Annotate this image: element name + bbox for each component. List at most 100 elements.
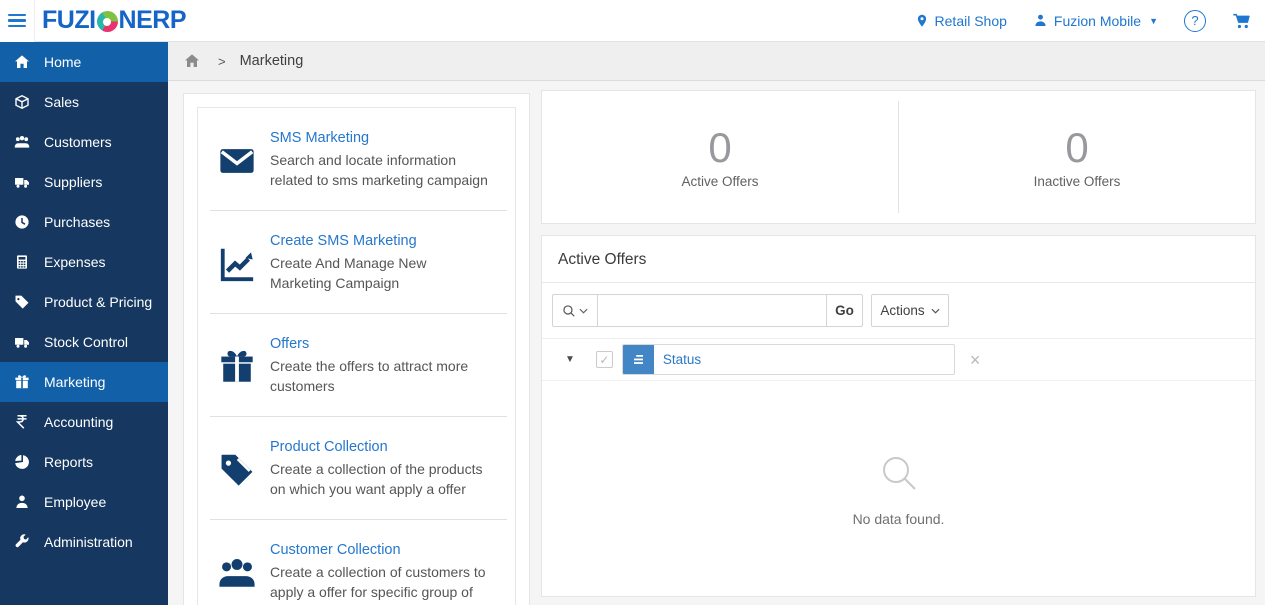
sidebar-item-home[interactable]: Home (0, 42, 168, 82)
sidebar-item-label: Employee (44, 494, 107, 510)
breadcrumb-home-icon[interactable] (184, 53, 200, 69)
user-label: Fuzion Mobile (1053, 12, 1142, 29)
rupee-icon (0, 414, 44, 430)
tag-icon (0, 294, 44, 310)
tag-icon (204, 437, 270, 499)
sidebar-item-customers[interactable]: Customers (0, 122, 168, 162)
inactive-offers-stat: 0 Inactive Offers (899, 91, 1255, 223)
logo-o-icon (96, 11, 118, 32)
sidebar-item-label: Sales (44, 94, 80, 110)
logo-text-suffix: NERP (118, 6, 187, 34)
filter-type-icon (622, 345, 654, 374)
menu-item-title[interactable]: Customer Collection (270, 540, 401, 560)
report-toolbar: Go Actions (542, 283, 1255, 339)
active-offers-stat: 0 Active Offers (542, 91, 898, 223)
chevron-down-icon (931, 308, 940, 314)
filter-condition-chip[interactable]: Status (621, 344, 955, 375)
sidebar-item-label: Home (44, 54, 82, 70)
app-logo[interactable]: FUZI NERP (42, 6, 187, 35)
location-pin-icon (917, 14, 926, 27)
empty-search-icon (882, 456, 916, 490)
users-group-icon (204, 540, 270, 605)
gift-icon (0, 374, 44, 390)
close-icon: × (969, 349, 981, 370)
hamburger-menu-icon[interactable] (0, 0, 35, 42)
report-title: Active Offers (542, 236, 1255, 283)
menu-item-description: Create a collection of customers to appl… (270, 564, 486, 605)
marketing-menu-panel: SMS Marketing Search and locate informat… (183, 93, 530, 605)
sidebar-item-label: Suppliers (44, 174, 103, 190)
sidebar-item-label: Accounting (44, 414, 114, 430)
sidebar-item-label: Stock Control (44, 334, 129, 350)
collapse-triangle-icon[interactable]: ▼ (565, 354, 575, 365)
breadcrumb-separator: > (218, 53, 226, 69)
logo-text-prefix: FUZI (42, 6, 96, 34)
go-button[interactable]: Go (827, 294, 863, 327)
pie-chart-icon (0, 454, 44, 470)
report-search-input[interactable] (598, 294, 827, 327)
active-offers-count: 0 (708, 124, 732, 171)
empty-message: No data found. (852, 510, 945, 527)
location-button[interactable]: Retail Shop (915, 13, 1007, 29)
home-icon (0, 54, 44, 70)
chart-line-icon (204, 231, 270, 293)
menu-item-customer-collection[interactable]: Customer Collection Create a collection … (198, 520, 515, 605)
user-menu-button[interactable]: Fuzion Mobile ▼ (1033, 13, 1158, 29)
active-offers-report-panel: Active Offers Go Actions ▼ ✓ Status × No… (541, 235, 1256, 597)
actions-menu-button[interactable]: Actions (871, 294, 949, 327)
header-actions: Retail Shop Fuzion Mobile ▼ ? (915, 9, 1265, 32)
menu-item-title[interactable]: Offers (270, 334, 309, 354)
remove-filter-button[interactable]: × (970, 351, 981, 369)
filter-enabled-checkbox[interactable]: ✓ (595, 351, 613, 368)
cart-button[interactable] (1232, 12, 1251, 29)
search-column-dropdown[interactable] (552, 294, 598, 327)
sidebar-item-label: Marketing (44, 374, 106, 390)
menu-item-title[interactable]: Create SMS Marketing (270, 231, 417, 251)
sidebar-item-suppliers[interactable]: Suppliers (0, 162, 168, 202)
sidebar-item-label: Product & Pricing (44, 294, 153, 310)
offers-stats-panel: 0 Active Offers 0 Inactive Offers (541, 90, 1256, 224)
cart-icon (1233, 13, 1250, 29)
clock-icon (0, 214, 44, 230)
truck-icon (0, 174, 44, 190)
sidebar-item-purchases[interactable]: Purchases (0, 202, 168, 242)
report-filter-row: ▼ ✓ Status × (542, 339, 1255, 381)
sidebar-item-product-pricing[interactable]: Product & Pricing (0, 282, 168, 322)
sidebar-item-stock-control[interactable]: Stock Control (0, 322, 168, 362)
sidebar: Home Sales Customers Suppliers Purchases… (0, 42, 168, 605)
help-button[interactable]: ? (1184, 9, 1206, 32)
person-icon (0, 494, 44, 510)
users-icon (0, 134, 44, 150)
sidebar-item-expenses[interactable]: Expenses (0, 242, 168, 282)
menu-item-description: Search and locate information related to… (270, 152, 488, 188)
menu-item-create-sms-marketing[interactable]: Create SMS Marketing Create And Manage N… (198, 211, 515, 313)
search-icon (563, 304, 575, 317)
menu-item-title[interactable]: SMS Marketing (270, 128, 369, 148)
sidebar-item-label: Administration (44, 534, 133, 550)
menu-item-description: Create the offers to attract more custom… (270, 358, 469, 394)
sidebar-item-label: Purchases (44, 214, 111, 230)
help-icon: ? (1191, 13, 1199, 28)
sidebar-item-label: Reports (44, 454, 94, 470)
sidebar-item-reports[interactable]: Reports (0, 442, 168, 482)
menu-item-product-collection[interactable]: Product Collection Create a collection o… (198, 417, 515, 519)
menu-item-description: Create a collection of the products on w… (270, 461, 483, 497)
main-content: SMS Marketing Search and locate informat… (168, 81, 1265, 605)
sidebar-item-marketing[interactable]: Marketing (0, 362, 168, 402)
inactive-offers-label: Inactive Offers (1033, 174, 1121, 189)
sidebar-item-label: Expenses (44, 254, 106, 270)
right-column: 0 Active Offers 0 Inactive Offers Active… (541, 90, 1256, 597)
menu-item-sms-marketing[interactable]: SMS Marketing Search and locate informat… (198, 108, 515, 210)
sidebar-item-sales[interactable]: Sales (0, 82, 168, 122)
sidebar-item-accounting[interactable]: Accounting (0, 402, 168, 442)
menu-item-title[interactable]: Product Collection (270, 437, 388, 457)
sidebar-item-employee[interactable]: Employee (0, 482, 168, 522)
location-label: Retail Shop (934, 12, 1007, 29)
marketing-menu-list: SMS Marketing Search and locate informat… (197, 107, 516, 605)
active-offers-label: Active Offers (681, 174, 759, 189)
breadcrumb-current: Marketing (239, 53, 304, 69)
sidebar-item-administration[interactable]: Administration (0, 522, 168, 562)
menu-item-offers[interactable]: Offers Create the offers to attract more… (198, 314, 515, 416)
chevron-down-icon (579, 308, 588, 314)
chevron-down-icon: ▼ (1149, 15, 1158, 26)
